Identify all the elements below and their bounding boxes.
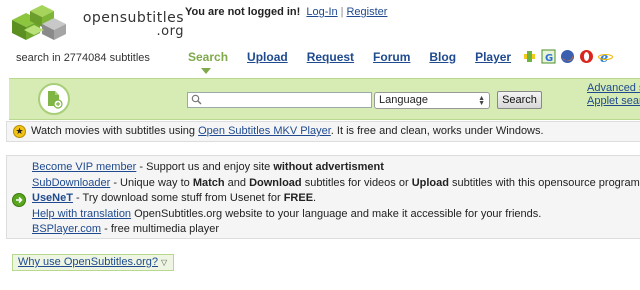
list-item: Help with translation OpenSubtitles.org …: [32, 207, 640, 223]
arrow-right-icon: [12, 193, 26, 207]
mkv-notice: ★ Watch movies with subtitles using Open…: [6, 121, 640, 142]
tab-request[interactable]: Request: [307, 50, 354, 68]
register-link[interactable]: Register: [346, 6, 387, 18]
promo-text: subtitles for videos or: [301, 176, 412, 189]
chevron-down-icon: ▽: [161, 258, 168, 267]
promo-bold: without advertisment: [273, 161, 384, 173]
translation-link[interactable]: Help with translation: [32, 208, 131, 220]
bsplayer-link[interactable]: BSPlayer.com: [32, 223, 101, 235]
select-caret-icon: ▲ ▼: [478, 95, 485, 107]
svg-text:e: e: [600, 51, 608, 64]
google-icon[interactable]: G: [541, 49, 556, 64]
logo-wordmark: opensubtitles .org: [74, 11, 184, 39]
browser-icons: G e: [522, 49, 613, 66]
promo-text: and: [224, 176, 250, 189]
promo-list: Become VIP member - Support us and enjoy…: [32, 160, 640, 238]
login-status-line: You are not logged in! Log-In | Register: [185, 6, 387, 18]
promo-text: OpenSubtitles.org website to your langua…: [131, 207, 542, 220]
promo-bold: Match: [192, 176, 225, 189]
applet-search-link[interactable]: Applet sear: [587, 95, 640, 107]
search-bar: Language ▲ ▼ Search Advanced s Applet sea…: [9, 78, 640, 120]
list-item: Become VIP member - Support us and enjoy…: [32, 160, 640, 176]
star-icon: ★: [13, 125, 26, 138]
language-selected: Language: [379, 94, 428, 106]
vip-link[interactable]: Become VIP member: [32, 161, 136, 173]
logo-text-line2: .org: [156, 24, 184, 39]
promo-bold: Download: [249, 176, 302, 189]
list-item: UseNeT - Try download some stuff from Us…: [32, 191, 640, 207]
main-nav: Search Upload Request Forum Blog Player: [188, 50, 530, 68]
login-separator: |: [340, 6, 344, 18]
why-use-link[interactable]: Why use OpenSubtitles.org?: [18, 256, 158, 268]
promo-bold: Upload: [411, 176, 449, 189]
promo-box: Become VIP member - Support us and enjoy…: [6, 155, 640, 239]
advanced-links: Advanced s Applet sear: [587, 82, 640, 108]
search-button[interactable]: Search: [497, 91, 542, 109]
list-item: BSPlayer.com - free multimedia player: [32, 222, 640, 238]
opera-icon[interactable]: [579, 49, 594, 64]
internet-explorer-icon[interactable]: e: [598, 49, 613, 66]
why-use-toggle[interactable]: Why use OpenSubtitles.org? ▽: [12, 254, 175, 271]
mkv-prefix: Watch movies with subtitles using: [31, 125, 199, 137]
advanced-search-link[interactable]: Advanced s: [587, 82, 640, 94]
firefox-icon[interactable]: [560, 49, 575, 64]
promo-text: - Unique way to: [110, 176, 193, 189]
promo-text: .: [313, 192, 317, 204]
language-select[interactable]: Language ▲ ▼: [374, 92, 490, 109]
login-status: You are not logged in!: [185, 6, 301, 18]
tab-blog[interactable]: Blog: [429, 50, 456, 68]
promo-bold: FREE: [283, 192, 314, 204]
mkv-suffix: . It is free and clean, works under Wind…: [330, 125, 544, 137]
usenet-link[interactable]: UseNeT: [32, 192, 73, 204]
site-logo[interactable]: opensubtitles .org: [4, 0, 184, 48]
add-puzzle-icon[interactable]: [522, 49, 537, 64]
tab-player[interactable]: Player: [475, 50, 511, 68]
mkv-player-link[interactable]: Open Subtitles MKV Player: [198, 125, 331, 137]
logo-cubes-icon: [12, 5, 66, 40]
list-item: SubDownloader - Unique way to Match and …: [32, 176, 640, 192]
login-link[interactable]: Log-In: [306, 6, 337, 18]
search-input[interactable]: [187, 92, 372, 108]
svg-text:G: G: [545, 53, 553, 64]
subtitle-count-text: search in 2774084 subtitles: [16, 52, 150, 64]
tab-upload[interactable]: Upload: [247, 50, 288, 68]
promo-text: subtitles with this opensource program i…: [448, 176, 640, 189]
promo-text: - Support us and enjoy site: [136, 161, 274, 173]
subdownloader-link[interactable]: SubDownloader: [32, 177, 110, 189]
active-tab-indicator: [201, 68, 211, 74]
magnifier-icon: [191, 94, 202, 105]
promo-text: - Try download some stuff from Usenet fo…: [72, 192, 284, 204]
tab-forum[interactable]: Forum: [373, 50, 410, 68]
tab-search[interactable]: Search: [188, 50, 228, 68]
upload-file-icon[interactable]: [38, 83, 70, 115]
promo-text: - free multimedia player: [101, 223, 220, 235]
